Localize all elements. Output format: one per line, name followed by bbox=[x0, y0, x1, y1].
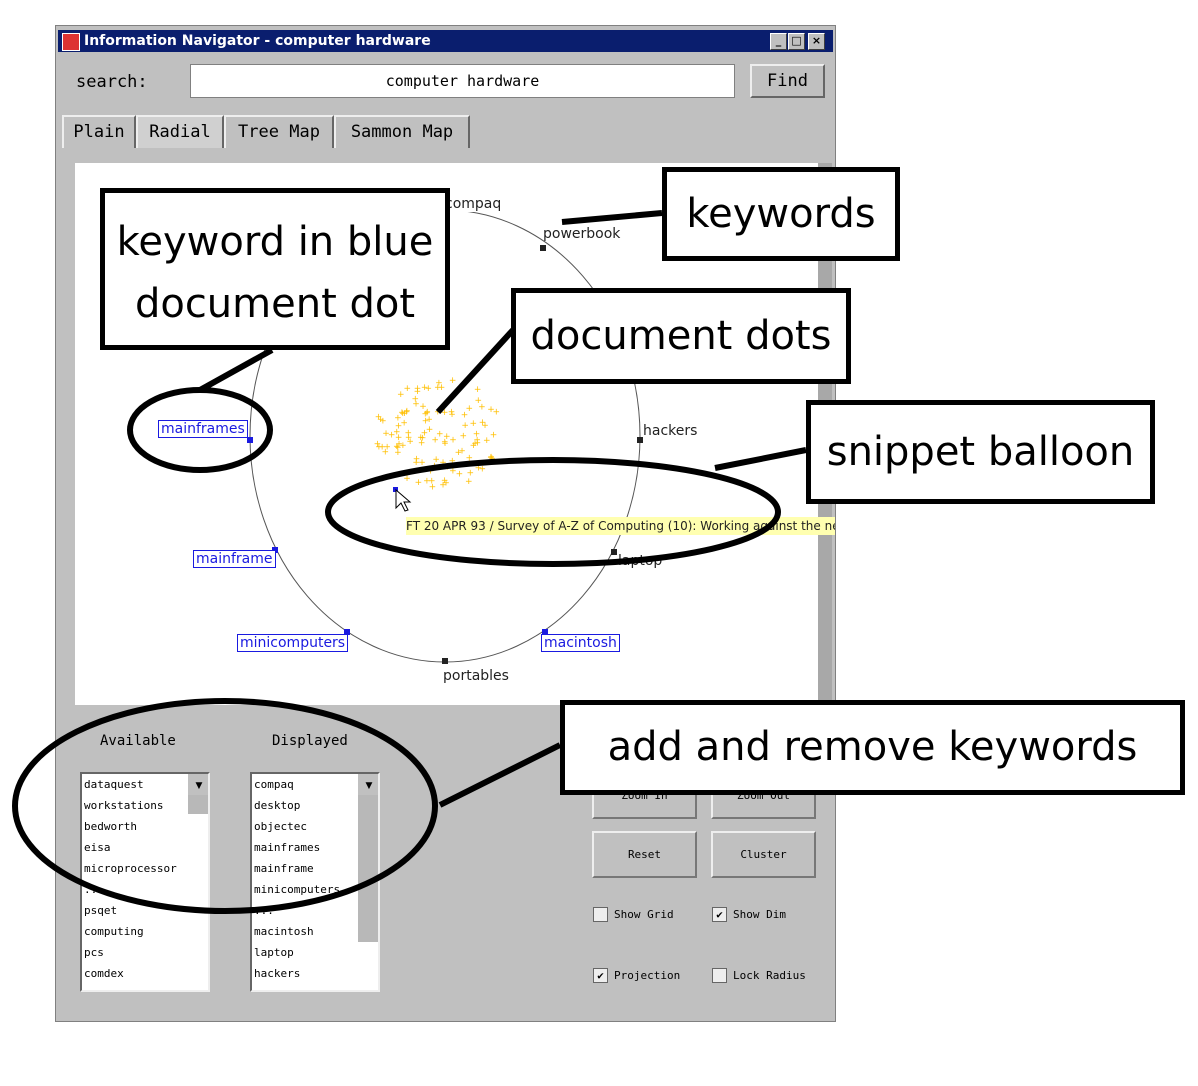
checkbox-box[interactable] bbox=[712, 968, 727, 983]
list-item[interactable]: microprocessor bbox=[82, 858, 208, 879]
document-dot[interactable]: + bbox=[439, 458, 447, 468]
document-dot[interactable]: + bbox=[393, 428, 401, 438]
snippet-balloon: FT 20 APR 93 / Survey of A-Z of Computin… bbox=[406, 517, 835, 535]
document-dot[interactable]: + bbox=[466, 404, 474, 414]
scroll-thumb[interactable] bbox=[358, 792, 378, 942]
document-dot[interactable]: + bbox=[474, 396, 482, 406]
available-scrollbar[interactable]: ▲▼ bbox=[188, 774, 208, 814]
keyword-macintosh[interactable]: macintosh bbox=[541, 634, 620, 652]
document-dot[interactable]: + bbox=[465, 454, 473, 464]
document-dot[interactable]: + bbox=[382, 429, 390, 439]
projection-checkbox[interactable]: ✔ Projection bbox=[593, 968, 680, 983]
document-dot[interactable]: + bbox=[412, 399, 420, 409]
list-item[interactable]: psqet bbox=[82, 900, 208, 921]
list-item[interactable]: computing bbox=[82, 921, 208, 942]
scroll-down-icon[interactable]: ▼ bbox=[188, 777, 208, 795]
keyword-powerbook[interactable]: powerbook bbox=[543, 226, 620, 242]
list-item[interactable]: pcs bbox=[82, 942, 208, 963]
document-dot[interactable]: + bbox=[487, 405, 495, 415]
document-dot[interactable]: + bbox=[467, 468, 475, 478]
document-dot[interactable]: + bbox=[474, 385, 482, 395]
document-dot[interactable]: + bbox=[449, 376, 457, 386]
cluster-button[interactable]: Cluster bbox=[711, 831, 816, 878]
keyword-mainframes[interactable]: mainframes bbox=[158, 420, 248, 438]
show-grid-checkbox[interactable]: Show Grid bbox=[593, 907, 674, 922]
checkmark-icon[interactable]: ✔ bbox=[712, 907, 727, 922]
document-dot[interactable]: + bbox=[374, 440, 382, 450]
document-dot[interactable]: + bbox=[441, 476, 449, 486]
checkmark-icon[interactable]: ✔ bbox=[593, 968, 608, 983]
document-dot[interactable]: + bbox=[456, 470, 464, 480]
keyword-minicomputers[interactable]: minicomputers bbox=[237, 634, 349, 652]
document-dot[interactable]: + bbox=[431, 436, 439, 446]
document-dot[interactable]: + bbox=[448, 407, 456, 417]
lock-radius-checkbox[interactable]: Lock Radius bbox=[712, 968, 806, 983]
available-label: Available bbox=[100, 733, 176, 749]
document-dot[interactable]: + bbox=[431, 461, 439, 471]
document-dot[interactable]: + bbox=[449, 435, 457, 445]
document-dot[interactable]: + bbox=[429, 482, 437, 492]
document-dot[interactable]: + bbox=[478, 464, 486, 474]
document-dot[interactable]: + bbox=[473, 436, 481, 446]
document-dot[interactable]: + bbox=[404, 384, 412, 394]
keyword-mainframe[interactable]: mainframe bbox=[193, 550, 276, 568]
checkbox-label: Show Grid bbox=[614, 908, 674, 921]
document-dot[interactable]: + bbox=[383, 443, 391, 453]
document-dot[interactable]: + bbox=[479, 418, 487, 428]
document-dot[interactable]: + bbox=[397, 390, 405, 400]
document-dot[interactable]: + bbox=[449, 456, 457, 466]
available-list[interactable]: dataquest workstations bedworth eisa micropr… bbox=[80, 772, 210, 992]
document-dot[interactable]: + bbox=[403, 407, 411, 417]
list-item[interactable]: comdex bbox=[82, 963, 208, 984]
keyword-anchor-dot[interactable] bbox=[540, 245, 546, 251]
checkbox-box[interactable] bbox=[593, 907, 608, 922]
callout-keywords: keywords bbox=[662, 167, 900, 261]
document-dot[interactable]: + bbox=[423, 407, 431, 417]
keyword-compaq[interactable]: compaq bbox=[445, 196, 502, 212]
callout-document-dots: document dots bbox=[511, 288, 851, 384]
callout-snippet-balloon: snippet balloon bbox=[806, 400, 1155, 504]
keyword-hackers[interactable]: hackers bbox=[643, 423, 697, 439]
callout-line: document dot bbox=[134, 281, 416, 327]
document-dot[interactable]: + bbox=[483, 436, 491, 446]
list-item[interactable]: laptop bbox=[252, 942, 378, 963]
show-dim-checkbox[interactable]: ✔ Show Dim bbox=[712, 907, 786, 922]
keyword-anchor-dot[interactable] bbox=[611, 549, 617, 555]
callout-keyword-blue: keyword in blue document dot bbox=[100, 188, 450, 350]
list-item[interactable]: eisa bbox=[82, 837, 208, 858]
reset-button[interactable]: Reset bbox=[592, 831, 697, 878]
checkbox-label: Show Dim bbox=[733, 908, 786, 921]
keyword-portables[interactable]: portables bbox=[443, 668, 509, 684]
document-dot[interactable]: + bbox=[399, 441, 407, 451]
document-dot[interactable]: + bbox=[412, 458, 420, 468]
document-dot[interactable]: + bbox=[459, 431, 467, 441]
document-dot[interactable]: + bbox=[435, 378, 443, 388]
displayed-list[interactable]: compaq desktop objectec mainframes mainframe… bbox=[250, 772, 380, 992]
displayed-label: Displayed bbox=[272, 733, 348, 749]
document-dot[interactable]: + bbox=[469, 419, 477, 429]
callout-line: keyword in blue bbox=[116, 219, 434, 265]
document-dot[interactable]: + bbox=[487, 452, 495, 462]
document-dot[interactable]: + bbox=[415, 478, 423, 488]
document-dot[interactable]: + bbox=[490, 431, 498, 441]
document-dot[interactable]: + bbox=[425, 384, 433, 394]
list-item[interactable]: ... bbox=[82, 879, 208, 900]
list-item[interactable]: hackers bbox=[252, 963, 378, 984]
list-item[interactable]: bedworth bbox=[82, 816, 208, 837]
keyword-anchor-dot[interactable] bbox=[442, 658, 448, 664]
keyword-anchor-dot[interactable] bbox=[247, 437, 253, 443]
callout-add-remove: add and remove keywords bbox=[560, 700, 1185, 795]
checkbox-label: Lock Radius bbox=[733, 969, 806, 982]
mouse-cursor-icon bbox=[395, 488, 412, 512]
document-dot[interactable]: + bbox=[403, 474, 411, 484]
document-dot[interactable]: + bbox=[461, 421, 469, 431]
scroll-down-icon[interactable]: ▼ bbox=[358, 777, 378, 795]
document-dot[interactable]: + bbox=[419, 434, 427, 444]
checkbox-label: Projection bbox=[614, 969, 681, 982]
document-dot[interactable]: + bbox=[375, 413, 383, 423]
keyword-laptop[interactable]: laptop bbox=[618, 553, 662, 569]
displayed-scrollbar[interactable]: ▲▼ bbox=[358, 774, 378, 942]
scroll-thumb[interactable] bbox=[188, 792, 208, 814]
